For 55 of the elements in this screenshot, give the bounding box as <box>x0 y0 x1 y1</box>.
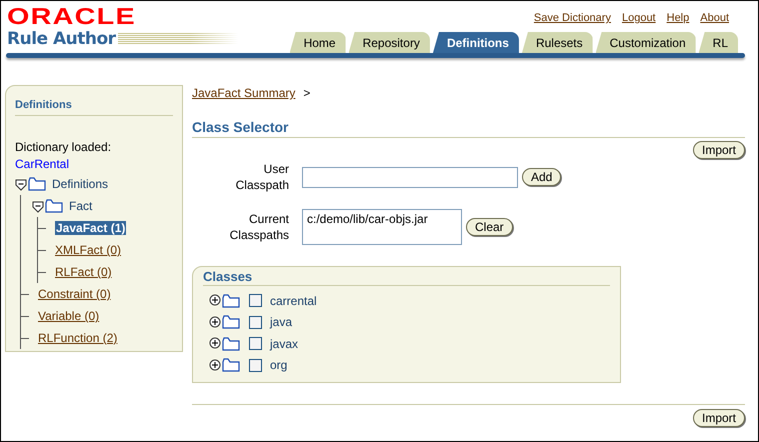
nav-tab[interactable]: Customization <box>596 32 696 53</box>
add-button[interactable]: Add <box>522 168 562 186</box>
page-title: Class Selector <box>192 119 745 138</box>
checkbox[interactable] <box>249 316 262 329</box>
nav-tab[interactable]: RL <box>698 32 738 53</box>
tree-folder-label[interactable]: Fact <box>69 199 92 213</box>
folder-icon <box>222 294 240 308</box>
clear-button[interactable]: Clear <box>466 218 513 236</box>
nav-tab[interactable]: Repository <box>348 32 430 53</box>
nav-tab[interactable]: Home <box>290 32 346 53</box>
tree-link[interactable]: RLFunction (2) <box>38 331 118 345</box>
header-link[interactable]: About <box>700 12 729 24</box>
nav-tab[interactable]: Rulesets <box>522 32 593 53</box>
class-package[interactable]: javax <box>270 336 298 351</box>
collapse-icon[interactable] <box>15 178 27 190</box>
import-button[interactable]: Import <box>692 409 745 427</box>
tree-link[interactable]: XMLFact (0) <box>55 243 122 257</box>
tree-link[interactable]: RLFact (0) <box>55 265 112 279</box>
folder-icon <box>222 358 240 372</box>
breadcrumb-link[interactable]: JavaFact Summary <box>192 86 296 100</box>
breadcrumb-separator: > <box>303 86 310 100</box>
dictionary-label: Dictionary loaded: <box>15 140 112 154</box>
checkbox[interactable] <box>249 358 262 372</box>
class-package[interactable]: org <box>270 358 288 372</box>
nav-tab[interactable]: Definitions <box>432 32 519 53</box>
dictionary-name: CarRental <box>15 157 70 171</box>
sidebar-title: Definitions <box>15 86 173 116</box>
folder-icon <box>28 177 46 191</box>
product-name: Rule Author <box>7 29 116 49</box>
class-package[interactable]: java <box>270 315 292 330</box>
classpath-field[interactable] <box>302 166 518 188</box>
classpaths-field[interactable]: c:/demo/lib/car-objs.jar <box>302 209 462 245</box>
expand-icon[interactable] <box>209 337 221 350</box>
tree-link[interactable]: JavaFact (1) <box>55 221 126 235</box>
field-label: User Classpath <box>234 161 289 193</box>
tree-link[interactable]: Variable (0) <box>38 309 100 323</box>
classes-title: Classes <box>203 267 610 286</box>
import-button[interactable]: Import <box>692 141 745 159</box>
folder-icon <box>222 315 240 330</box>
expand-icon[interactable] <box>209 358 221 372</box>
folder-icon <box>45 199 63 213</box>
checkbox[interactable] <box>249 294 262 308</box>
tree-folder-label[interactable]: Definitions <box>52 177 108 191</box>
oracle-logo: ORACLE <box>7 6 137 26</box>
collapse-icon[interactable] <box>32 200 44 212</box>
header-link[interactable]: Logout <box>622 12 656 24</box>
class-package[interactable]: carrental <box>270 294 317 308</box>
header-link[interactable]: Save Dictionary <box>534 12 611 24</box>
field-label: Current Classpaths <box>228 211 289 243</box>
folder-icon <box>222 336 240 351</box>
checkbox[interactable] <box>249 337 262 350</box>
tree-link[interactable]: Constraint (0) <box>38 287 111 301</box>
header-link[interactable]: Help <box>666 12 690 24</box>
expand-icon[interactable] <box>209 316 221 329</box>
expand-icon[interactable] <box>209 294 221 308</box>
